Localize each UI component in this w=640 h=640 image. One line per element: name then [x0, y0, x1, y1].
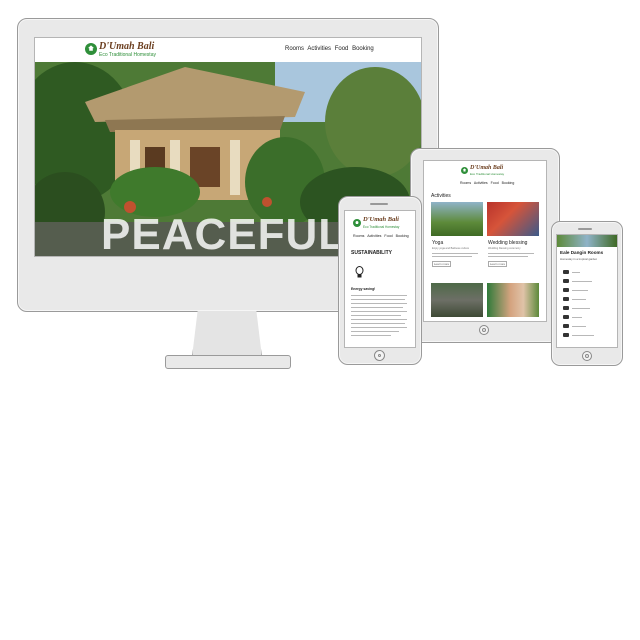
- phone-paragraph-line-3: [351, 303, 407, 304]
- wedding-card-title: Wedding blessing: [488, 240, 528, 246]
- wedding-learn-more-button[interactable]: Learn more: [488, 261, 507, 267]
- phone-paragraph-line-2: [351, 299, 405, 300]
- phone-brand-name[interactable]: D'Umah Bali: [363, 216, 399, 223]
- yoga-learn-more-button[interactable]: Learn more: [432, 261, 451, 267]
- fan-icon: [563, 297, 569, 301]
- small-phone-hero-photo: [557, 235, 617, 247]
- tablet-nav: Rooms Activities Food Booking: [460, 181, 516, 185]
- phone-paragraph-line-10: [351, 331, 399, 332]
- phone-screen: D'Umah Bali Eco Traditional Homestay Roo…: [344, 210, 416, 348]
- amenity-line-7: [572, 326, 586, 327]
- amenity-line-4: [572, 299, 586, 300]
- yoga-card-text: [432, 253, 478, 254]
- nav-food[interactable]: Food: [335, 46, 349, 52]
- phone-section-title: SUSTAINABILITY: [351, 250, 393, 256]
- monitor-base: [165, 355, 291, 369]
- nav-rooms[interactable]: Rooms: [285, 46, 304, 52]
- phone-nav-food[interactable]: Food: [384, 234, 392, 238]
- amenity-line-6: [572, 317, 582, 318]
- yoga-card-title: Yoga: [432, 240, 444, 246]
- phone-logo-house-icon[interactable]: [353, 219, 361, 227]
- wedding-card-text-2: [488, 256, 528, 257]
- phone-paragraph-line-7: [351, 319, 407, 320]
- laundry-icon: [563, 333, 569, 337]
- tablet-nav-booking[interactable]: Booking: [502, 181, 515, 185]
- phone-paragraph-line-6: [351, 315, 401, 316]
- nav-booking[interactable]: Booking: [352, 46, 374, 52]
- wifi-icon: [563, 288, 569, 292]
- phone-speaker: [370, 203, 388, 205]
- phone-nav-activities[interactable]: Activities: [367, 234, 381, 238]
- small-phone-speaker: [578, 228, 592, 230]
- phone-paragraph-line-8: [351, 323, 405, 324]
- brand-tagline: Eco Traditional Homestay: [99, 52, 156, 58]
- bed-icon: [563, 270, 569, 274]
- yoga-photo[interactable]: [431, 202, 483, 236]
- monitor-stand: [192, 311, 262, 357]
- tablet-brand-name[interactable]: D'Umah Bali: [470, 165, 503, 171]
- brand-name[interactable]: D'Umah Bali: [99, 41, 154, 52]
- tablet-section-title: Activities: [431, 193, 451, 199]
- hero-word: PEACEFUL: [101, 210, 347, 256]
- phone-nav-booking[interactable]: Booking: [396, 234, 409, 238]
- phone-nav: Rooms Activities Food Booking: [353, 234, 411, 238]
- yoga-card-subtitle: Enjoy yoga and Balinese culture: [432, 247, 470, 250]
- phone-paragraph-line-9: [351, 327, 407, 328]
- amenity-line-5: [572, 308, 590, 309]
- small-phone-home-button[interactable]: [582, 351, 592, 361]
- people-photo[interactable]: [487, 283, 539, 317]
- tablet-brand-tagline: Eco Traditional Homestay: [470, 172, 505, 176]
- desktop-header: D'Umah Bali Eco Traditional Homestay Roo…: [35, 38, 421, 62]
- phone-item-title: Energy saving!: [351, 287, 376, 291]
- shower-icon: [563, 279, 569, 283]
- phone-paragraph-line-5: [351, 311, 407, 312]
- elephant-photo[interactable]: [431, 283, 483, 317]
- phone-paragraph-line-11: [351, 335, 391, 336]
- phone-home-button[interactable]: [374, 350, 385, 361]
- wedding-photo[interactable]: [487, 202, 539, 236]
- nav-activities[interactable]: Activities: [307, 46, 331, 52]
- amenity-line-2: [572, 281, 592, 282]
- tablet-nav-rooms[interactable]: Rooms: [460, 181, 471, 185]
- phone-paragraph-line-4: [351, 307, 403, 308]
- phone-nav-rooms[interactable]: Rooms: [353, 234, 364, 238]
- tablet-screen: D'Umah Bali Eco Traditional Homestay Roo…: [423, 160, 547, 322]
- wedding-card-subtitle: Wedding blessing ceremony: [488, 247, 521, 250]
- small-phone-subtitle: Homestay in a tropical garden: [560, 257, 598, 261]
- parking-icon: [563, 324, 569, 328]
- amenity-line-3: [572, 290, 588, 291]
- tablet-nav-activities[interactable]: Activities: [474, 181, 488, 185]
- towel-icon: [563, 306, 569, 310]
- tablet-nav-food[interactable]: Food: [491, 181, 499, 185]
- small-phone-screen: Eale Dangin Rooms Homestay in a tropical…: [556, 234, 618, 348]
- phone-brand-tagline: Eco Traditional Homestay: [363, 225, 400, 229]
- amenity-line-8: [572, 335, 594, 336]
- desktop-nav: Rooms Activities Food Booking: [285, 46, 376, 52]
- breakfast-icon: [563, 315, 569, 319]
- phone-paragraph-line-1: [351, 295, 407, 296]
- tablet-home-button[interactable]: [479, 325, 489, 335]
- logo-house-icon[interactable]: [85, 43, 97, 55]
- tablet-logo-house-icon[interactable]: [461, 167, 468, 174]
- small-phone-title: Eale Dangin Rooms: [560, 250, 604, 255]
- yoga-card-text-2: [432, 256, 472, 257]
- lightbulb-icon: [355, 266, 364, 279]
- wedding-card-text: [488, 253, 534, 254]
- amenity-line-1: [572, 272, 580, 273]
